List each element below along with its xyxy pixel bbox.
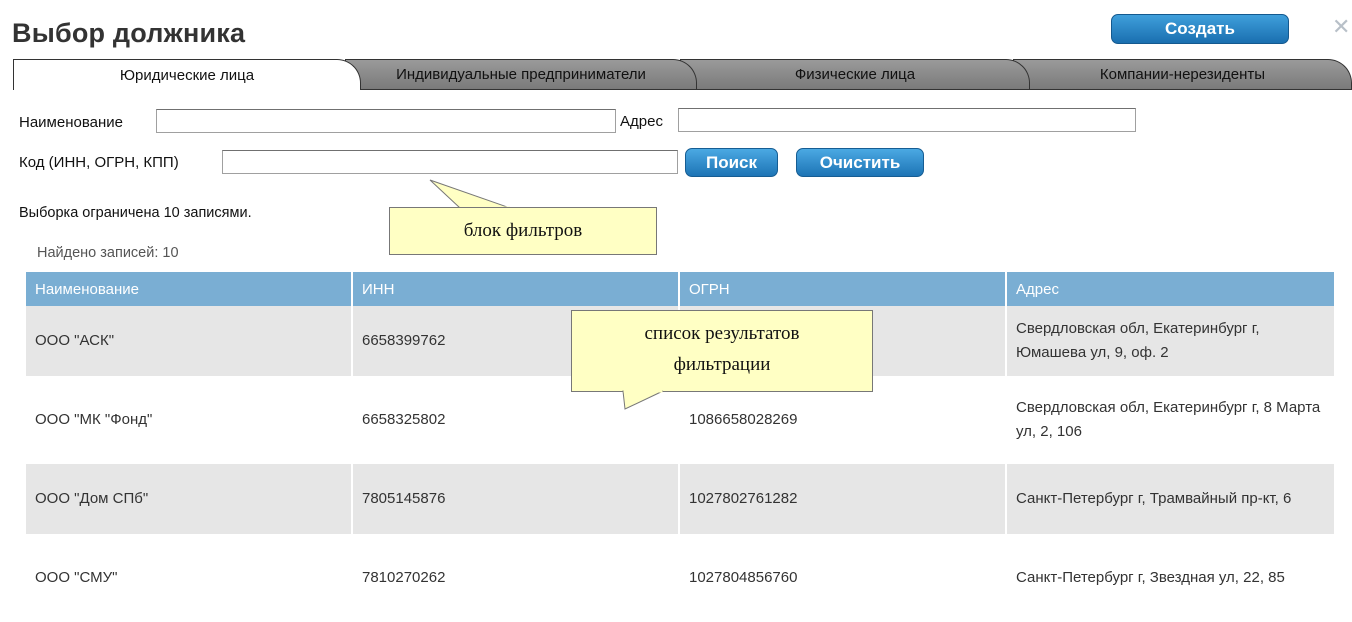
- tab-sole-proprietors[interactable]: Индивидуальные предприниматели: [345, 59, 697, 89]
- tab-individuals[interactable]: Физические лица: [680, 59, 1030, 89]
- address-label: Адрес: [620, 113, 663, 130]
- cell-inn: 7805145876: [353, 464, 680, 543]
- found-count: Найдено записей: 10: [37, 245, 179, 261]
- cell-address: Свердловская обл, Екатеринбург г, Юмашев…: [1007, 306, 1336, 385]
- close-icon[interactable]: ✕: [1332, 16, 1352, 38]
- code-label: Код (ИНН, ОГРН, КПП): [19, 154, 179, 171]
- cell-ogrn: 1027802761282: [680, 464, 1007, 543]
- cell-name: ООО "Дом СПб": [26, 464, 353, 543]
- column-header-name[interactable]: Наименование: [26, 272, 353, 306]
- cell-name: ООО "МК "Фонд": [26, 385, 353, 464]
- table-row[interactable]: ООО "Дом СПб" 7805145876 1027802761282 С…: [26, 464, 1336, 543]
- column-header-address[interactable]: Адрес: [1007, 272, 1336, 306]
- cell-address: Санкт-Петербург г, Трамвайный пр-кт, 6: [1007, 464, 1336, 543]
- tab-bar: Компании-нерезиденты Физические лица Инд…: [13, 59, 1352, 90]
- callout-filters: блок фильтров: [389, 207, 657, 255]
- dialog-title: Выбор должника: [12, 18, 246, 48]
- callout-results-line1: список результатов: [644, 323, 800, 344]
- search-button[interactable]: Поиск: [685, 148, 778, 177]
- name-label: Наименование: [19, 114, 123, 131]
- cell-name: ООО "АСК": [26, 306, 353, 385]
- callout-results-line2: фильтрации: [673, 354, 771, 375]
- address-input[interactable]: [678, 108, 1136, 132]
- callout-filters-pointer: [429, 179, 511, 209]
- callout-results: список результатов фильтрации: [571, 310, 873, 392]
- cell-ogrn: 1086658028269: [680, 385, 1007, 464]
- create-button[interactable]: Создать: [1111, 14, 1289, 44]
- clear-button[interactable]: Очистить: [796, 148, 924, 177]
- tab-legal-entities[interactable]: Юридические лица: [13, 59, 361, 90]
- tab-panel-border: [361, 89, 1352, 90]
- column-header-ogrn[interactable]: ОГРН: [680, 272, 1007, 306]
- name-input[interactable]: [156, 109, 616, 133]
- tab-nonresident-companies[interactable]: Компании-нерезиденты: [1013, 59, 1352, 89]
- code-input[interactable]: [222, 150, 678, 174]
- column-header-inn[interactable]: ИНН: [353, 272, 680, 306]
- table-header-row: Наименование ИНН ОГРН Адрес: [26, 272, 1336, 306]
- callout-results-pointer: [622, 390, 664, 410]
- cell-address: Свердловская обл, Екатеринбург г, 8 Март…: [1007, 385, 1336, 464]
- limit-note: Выборка ограничена 10 записями.: [19, 205, 252, 221]
